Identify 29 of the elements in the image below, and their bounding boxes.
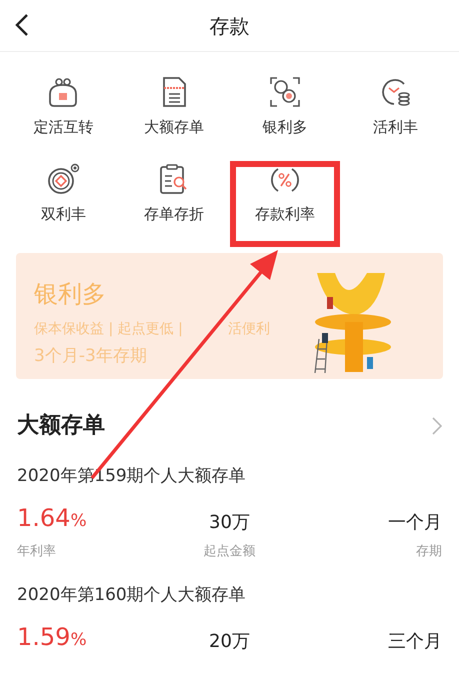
deposit-term: 三个月: [387, 630, 442, 654]
rate-label: 年利率: [17, 542, 57, 560]
deposit-term: 一个月: [387, 510, 442, 534]
shortcut-button[interactable]: 大额存单: [144, 74, 204, 138]
term-label: 存期: [415, 542, 442, 560]
banner-subtitle: 活便利: [228, 320, 270, 339]
shortcut-button[interactable]: 双利丰: [40, 160, 86, 225]
shortcut-button[interactable]: 存款利率: [254, 160, 315, 225]
back-icon[interactable]: [15, 13, 29, 37]
shortcut-button[interactable]: 定活互转: [33, 74, 94, 138]
page-title: 存款: [210, 12, 250, 40]
product-name[interactable]: 2020年第160期个人大额存单: [17, 583, 442, 608]
banner-subtitle: 保本保收益 | 起点更低 |: [34, 320, 183, 339]
shortcut-button[interactable]: 银利多: [262, 74, 308, 138]
amount-label: 起点金额: [202, 542, 256, 560]
clipboard-search-icon: [159, 162, 190, 194]
interest-rate: 1.64%: [17, 502, 88, 534]
shortcut-button[interactable]: 活利丰: [373, 74, 418, 138]
banner-title: 银利多: [34, 279, 107, 309]
section-title: 大额存单: [17, 412, 105, 440]
shortcut-button[interactable]: 存单存折: [144, 160, 204, 225]
document-icon: [161, 76, 188, 108]
coin-icon: [46, 162, 80, 194]
clock-coins-icon: [380, 76, 412, 108]
minimum-amount: 20万: [208, 630, 251, 654]
banner-term: 3个月-3年存期: [34, 345, 148, 368]
coin-scan-icon: [268, 76, 301, 108]
minimum-amount: 30万: [208, 510, 251, 534]
interest-rate: 1.59%: [17, 622, 88, 652]
